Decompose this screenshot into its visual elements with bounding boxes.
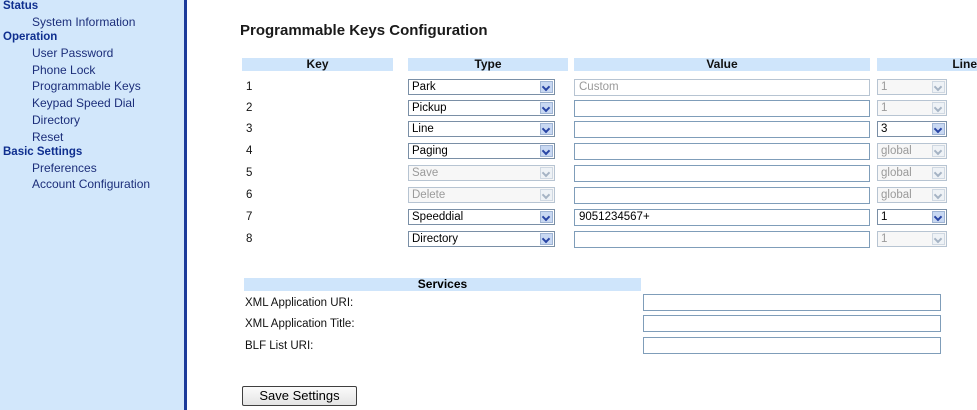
key-type-value: Speeddial bbox=[412, 211, 464, 223]
chevron-down-icon bbox=[540, 211, 553, 223]
key-type-value: Line bbox=[412, 123, 434, 135]
services-field-label: XML Application Title: bbox=[245, 318, 355, 330]
chevron-down-icon bbox=[540, 81, 553, 93]
key-type-value: Delete bbox=[412, 189, 446, 201]
services-field-input[interactable] bbox=[643, 294, 941, 311]
chevron-down-icon bbox=[932, 189, 945, 201]
column-header-line: Line bbox=[877, 58, 977, 71]
key-line-select[interactable]: 3 bbox=[877, 121, 947, 137]
key-type-value: Pickup bbox=[412, 102, 447, 114]
key-number: 5 bbox=[246, 167, 253, 179]
key-number: 3 bbox=[246, 123, 253, 135]
chevron-down-icon bbox=[540, 189, 553, 201]
key-value-input[interactable] bbox=[574, 165, 870, 182]
key-value-input[interactable] bbox=[574, 121, 870, 138]
chevron-down-icon bbox=[540, 167, 553, 179]
key-type-select: Delete bbox=[408, 187, 555, 203]
key-line-value: 1 bbox=[881, 233, 888, 245]
key-line-value: 1 bbox=[881, 81, 888, 93]
sidebar-item-keypad-speed-dial[interactable]: Keypad Speed Dial bbox=[0, 95, 184, 112]
key-line-value: 3 bbox=[881, 123, 888, 135]
key-type-value: Park bbox=[412, 81, 436, 93]
sidebar-item-programmable-keys[interactable]: Programmable Keys bbox=[0, 78, 184, 95]
sidebar-item-preferences[interactable]: Preferences bbox=[0, 160, 184, 177]
sidebar-item-account-configuration[interactable]: Account Configuration bbox=[0, 176, 184, 193]
key-line-value: global bbox=[881, 145, 912, 157]
key-type-value: Paging bbox=[412, 145, 448, 157]
chevron-down-icon bbox=[932, 233, 945, 245]
column-header-key: Key bbox=[242, 58, 393, 71]
services-field-input[interactable] bbox=[643, 315, 941, 332]
key-type-value: Save bbox=[412, 167, 439, 179]
key-line-select: global bbox=[877, 187, 947, 203]
key-line-value: 1 bbox=[881, 102, 888, 114]
key-value-text: 9051234567+ bbox=[579, 211, 650, 223]
key-number: 8 bbox=[246, 233, 253, 245]
key-value-input[interactable] bbox=[574, 231, 870, 248]
key-value-input[interactable] bbox=[574, 100, 870, 117]
services-header: Services bbox=[244, 278, 641, 291]
key-type-select[interactable]: Directory bbox=[408, 231, 555, 247]
key-number: 7 bbox=[246, 211, 253, 223]
chevron-down-icon bbox=[540, 123, 553, 135]
key-number: 2 bbox=[246, 102, 253, 114]
chevron-down-icon bbox=[932, 211, 945, 223]
key-type-select[interactable]: Speeddial bbox=[408, 209, 555, 225]
sidebar-item-reset[interactable]: Reset bbox=[0, 129, 184, 146]
key-value-input[interactable] bbox=[574, 143, 870, 160]
key-number: 6 bbox=[246, 189, 253, 201]
key-value-text: Custom bbox=[579, 81, 619, 93]
sidebar-section-title: Status bbox=[3, 0, 39, 12]
sidebar-item-phone-lock[interactable]: Phone Lock bbox=[0, 62, 184, 79]
column-header-type: Type bbox=[408, 58, 568, 71]
key-line-select: 1 bbox=[877, 79, 947, 95]
chevron-down-icon bbox=[540, 233, 553, 245]
key-type-select[interactable]: Pickup bbox=[408, 100, 555, 116]
sidebar-item-directory[interactable]: Directory bbox=[0, 112, 184, 129]
save-settings-button[interactable]: Save Settings bbox=[242, 386, 357, 406]
sidebar-item-system-information[interactable]: System Information bbox=[0, 14, 184, 31]
key-line-select: 1 bbox=[877, 100, 947, 116]
key-type-value: Directory bbox=[412, 233, 459, 245]
sidebar-nav: Status System Information Operation User Pa… bbox=[0, 0, 187, 410]
key-value-input[interactable]: Custom bbox=[574, 79, 870, 96]
chevron-down-icon bbox=[932, 167, 945, 179]
key-line-value: 1 bbox=[881, 211, 888, 223]
key-line-value: global bbox=[881, 167, 912, 179]
chevron-down-icon bbox=[932, 145, 945, 157]
key-line-select: global bbox=[877, 165, 947, 181]
key-value-input[interactable] bbox=[574, 187, 870, 204]
services-field-label: XML Application URI: bbox=[245, 297, 354, 309]
services-field-label: BLF List URI: bbox=[245, 340, 314, 352]
chevron-down-icon bbox=[540, 145, 553, 157]
chevron-down-icon bbox=[932, 123, 945, 135]
sidebar-section-title: Operation bbox=[3, 30, 58, 43]
key-line-select: 1 bbox=[877, 231, 947, 247]
key-line-select: global bbox=[877, 143, 947, 159]
chevron-down-icon bbox=[932, 102, 945, 114]
key-type-select[interactable]: Line bbox=[408, 121, 555, 137]
key-type-select: Save bbox=[408, 165, 555, 181]
services-field-input[interactable] bbox=[643, 337, 941, 354]
key-line-value: global bbox=[881, 189, 912, 201]
main-content: Programmable Keys Configuration Key Type… bbox=[187, 0, 977, 410]
sidebar-section-title: Basic Settings bbox=[3, 145, 83, 158]
chevron-down-icon bbox=[932, 81, 945, 93]
key-number: 4 bbox=[246, 145, 253, 157]
column-header-value: Value bbox=[574, 58, 870, 71]
key-type-select[interactable]: Park bbox=[408, 79, 555, 95]
chevron-down-icon bbox=[540, 102, 553, 114]
key-line-select[interactable]: 1 bbox=[877, 209, 947, 225]
sidebar-item-user-password[interactable]: User Password bbox=[0, 45, 184, 62]
key-number: 1 bbox=[246, 81, 253, 93]
key-type-select[interactable]: Paging bbox=[408, 143, 555, 159]
key-value-input[interactable]: 9051234567+ bbox=[574, 209, 870, 226]
page-title: Programmable Keys Configuration bbox=[240, 22, 488, 39]
